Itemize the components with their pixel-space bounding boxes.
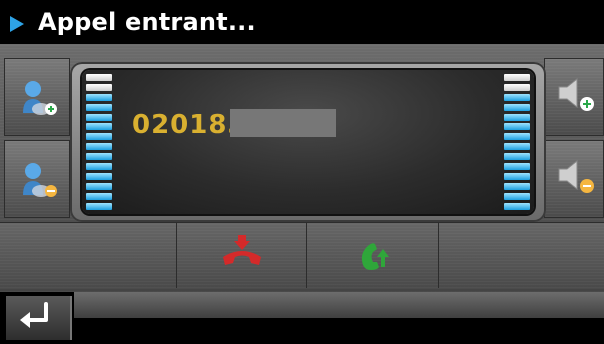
meter-segment	[504, 123, 530, 131]
number-display	[82, 70, 534, 214]
meter-segment	[86, 133, 112, 141]
meter-segment	[504, 133, 530, 141]
meter-segment	[86, 113, 112, 121]
empty-slot-right	[438, 222, 604, 288]
meter-segment	[504, 74, 530, 81]
volume-down-button[interactable]	[544, 140, 604, 218]
hang-up-button[interactable]	[176, 222, 306, 288]
volume-up-icon	[558, 77, 594, 111]
meter-segment	[86, 93, 112, 101]
back-icon	[20, 302, 48, 328]
meter-segment	[504, 143, 530, 151]
meter-segment	[504, 103, 530, 111]
meter-segment	[86, 182, 112, 190]
back-button[interactable]	[6, 296, 72, 340]
meter-segment	[86, 172, 112, 180]
meter-segment	[504, 113, 530, 121]
meter-segment	[86, 74, 112, 81]
meter-segment	[86, 103, 112, 111]
volume-down-icon	[558, 159, 594, 193]
remove-contact-button[interactable]	[4, 140, 70, 218]
redacted-digits	[230, 109, 336, 137]
remove-contact-icon	[23, 163, 57, 197]
answer-call-icon	[361, 243, 389, 270]
footer-strip	[74, 292, 604, 318]
meter-segment	[86, 202, 112, 210]
meter-segment	[86, 123, 112, 131]
meter-segment	[504, 93, 530, 101]
meter-segment	[86, 163, 112, 171]
meter-segment	[504, 172, 530, 180]
volume-meter-right	[504, 74, 530, 210]
meter-segment	[504, 192, 530, 200]
empty-slot-left	[0, 222, 176, 288]
answer-call-button[interactable]	[306, 222, 438, 288]
meter-segment	[86, 143, 112, 151]
hang-up-icon	[223, 235, 261, 265]
meter-segment	[504, 83, 530, 91]
meter-segment	[504, 202, 530, 210]
volume-up-button[interactable]	[544, 58, 604, 136]
meter-segment	[86, 153, 112, 161]
volume-meter-left	[86, 74, 112, 210]
meter-segment	[86, 192, 112, 200]
page-title: Appel entrant...	[38, 8, 256, 36]
meter-segment	[504, 182, 530, 190]
add-contact-button[interactable]	[4, 58, 70, 136]
title-bar: Appel entrant...	[0, 0, 604, 44]
meter-segment	[504, 163, 530, 171]
add-contact-icon	[23, 81, 57, 115]
meter-segment	[86, 83, 112, 91]
meter-segment	[504, 153, 530, 161]
play-arrow-icon	[10, 16, 24, 32]
